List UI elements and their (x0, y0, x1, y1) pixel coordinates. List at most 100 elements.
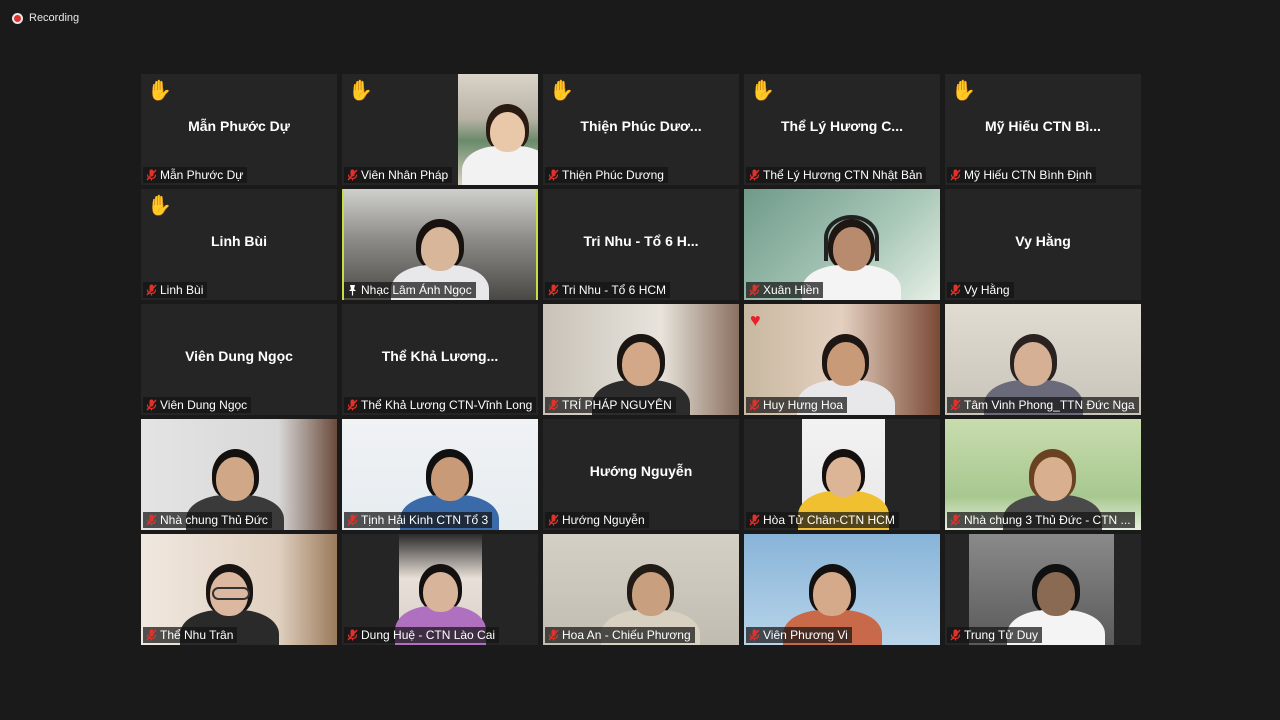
participant-tile[interactable]: Mỹ Hiếu CTN Bì... ✋ Mỹ Hiếu CTN Bình Định (945, 74, 1141, 185)
participant-name: Hòa Tử Chân-CTN HCM (763, 513, 895, 527)
muted-mic-icon (749, 514, 760, 526)
participant-tile[interactable]: Tri Nhu - Tổ 6 H... Tri Nhu - Tổ 6 HCM (543, 189, 739, 300)
muted-mic-icon (146, 399, 157, 411)
participant-display-name: Viên Dung Ngọc (185, 348, 293, 364)
muted-mic-icon (146, 284, 157, 296)
participant-name-label: Thể Khả Lương CTN-Vĩnh Long (344, 397, 537, 413)
participant-tile[interactable]: Viên Phương Vi (744, 534, 940, 645)
participant-name-label: Hướng Nguyễn (545, 512, 649, 528)
participant-tile[interactable]: Thiện Phúc Dươ... ✋ Thiện Phúc Dương (543, 74, 739, 185)
participant-name: Trung Tử Duy (964, 628, 1039, 642)
muted-mic-icon (548, 514, 559, 526)
participant-tile[interactable]: Tịnh Hải Kinh CTN Tổ 3 (342, 419, 538, 530)
muted-mic-icon (749, 399, 760, 411)
participant-name-label: Trung Tử Duy (947, 627, 1043, 643)
participant-tile[interactable]: Thể Lý Hương C... ✋ Thể Lý Hương CTN Nhật … (744, 74, 940, 185)
muted-mic-icon (347, 514, 358, 526)
raised-hand-icon: ✋ (750, 80, 775, 102)
participant-name: Viên Dung Ngọc (160, 398, 248, 412)
participant-display-name: Thể Khả Lương... (381, 348, 499, 364)
participant-tile[interactable]: Hoa An - Chiếu Phương (543, 534, 739, 645)
participant-name: Thiện Phúc Dương (562, 168, 664, 182)
muted-mic-icon (548, 399, 559, 411)
participant-tile[interactable]: Hòa Tử Chân-CTN HCM (744, 419, 940, 530)
muted-mic-icon (146, 514, 157, 526)
participant-display-name: Vy Hằng (1015, 233, 1071, 249)
participant-name-label: Thể Lý Hương CTN Nhật Bản (746, 167, 927, 183)
participant-display-name: Mẫn Phước Dự (188, 118, 290, 134)
participant-name-label: Xuân Hiền (746, 282, 824, 298)
muted-mic-icon (548, 169, 559, 181)
participant-tile[interactable]: Thể Nhu Trân (141, 534, 337, 645)
muted-mic-icon (146, 629, 157, 641)
raised-hand-icon: ✋ (147, 80, 172, 102)
participant-tile[interactable]: TRÍ PHÁP NGUYÊN (543, 304, 739, 415)
muted-mic-icon (950, 169, 961, 181)
participant-name-label: Thể Nhu Trân (143, 627, 238, 643)
participant-display-name: Mỹ Hiếu CTN Bì... (985, 118, 1101, 134)
participant-tile[interactable]: Hướng Nguyễn Hướng Nguyễn (543, 419, 739, 530)
participant-tile[interactable]: ✋ Viên Nhân Pháp (342, 74, 538, 185)
participant-name: Mỹ Hiếu CTN Bình Định (964, 168, 1093, 182)
muted-mic-icon (146, 169, 157, 181)
participant-name-label: Hòa Tử Chân-CTN HCM (746, 512, 899, 528)
participant-name: Tâm Vinh Phong_TTN Đức Nga (964, 398, 1135, 412)
participant-display-name: Thiện Phúc Dươ... (580, 118, 702, 134)
participant-name-label: Hoa An - Chiếu Phương (545, 627, 695, 643)
participant-tile[interactable]: Nhạc Lâm Ánh Ngọc (342, 189, 538, 300)
participant-name: Thể Nhu Trân (160, 628, 234, 642)
participant-tile[interactable]: Trung Tử Duy (945, 534, 1141, 645)
participant-name-label: TRÍ PHÁP NGUYÊN (545, 397, 676, 413)
participant-name: Nhà chung Thủ Đức (160, 513, 268, 527)
participant-name: Vy Hằng (964, 283, 1010, 297)
participant-tile[interactable]: Nhà chung Thủ Đức (141, 419, 337, 530)
participant-name-label: Viên Dung Ngọc (143, 397, 252, 413)
muted-mic-icon (749, 169, 760, 181)
participant-name-label: Tâm Vinh Phong_TTN Đức Nga (947, 397, 1139, 413)
participant-name: Thể Lý Hương CTN Nhật Bản (763, 168, 923, 182)
muted-mic-icon (548, 284, 559, 296)
muted-mic-icon (347, 399, 358, 411)
participant-tile[interactable]: Thể Khả Lương... Thể Khả Lương CTN-Vĩnh L… (342, 304, 538, 415)
muted-mic-icon (950, 399, 961, 411)
participant-display-name: Linh Bùi (211, 233, 267, 249)
participant-tile[interactable]: Linh Bùi ✋ Linh Bùi (141, 189, 337, 300)
recording-icon (12, 12, 23, 24)
raised-hand-icon: ✋ (951, 80, 976, 102)
participant-name: Hoa An - Chiếu Phương (562, 628, 691, 642)
participant-tile[interactable]: Viên Dung Ngọc Viên Dung Ngọc (141, 304, 337, 415)
muted-mic-icon (548, 629, 559, 641)
participant-name-label: Mẫn Phước Dự (143, 167, 248, 183)
participant-tile[interactable]: ♥ Huy Hưng Hoa (744, 304, 940, 415)
participant-gallery: Mẫn Phước Dự ✋ Mẫn Phước Dự ✋ Viên Nhân Pháp… (141, 74, 1141, 645)
participant-display-name: Tri Nhu - Tổ 6 H... (583, 233, 699, 249)
muted-mic-icon (749, 629, 760, 641)
participant-tile[interactable]: Mẫn Phước Dự ✋ Mẫn Phước Dự (141, 74, 337, 185)
muted-mic-icon (347, 629, 358, 641)
participant-name: Nhà chung 3 Thủ Đức - CTN ... (964, 513, 1131, 527)
muted-mic-icon (347, 169, 358, 181)
participant-name: Dung Huệ - CTN Lào Cai (361, 628, 496, 642)
participant-name: Nhạc Lâm Ánh Ngọc (361, 283, 472, 297)
muted-mic-icon (950, 284, 961, 296)
participant-video (458, 74, 538, 185)
participant-name-label: Huy Hưng Hoa (746, 397, 848, 413)
participant-name: Viên Phương Vi (763, 628, 848, 642)
participant-tile[interactable]: Vy Hằng Vy Hằng (945, 189, 1141, 300)
participant-name: Tri Nhu - Tổ 6 HCM (562, 283, 667, 297)
participant-display-name: Hướng Nguyễn (589, 463, 693, 479)
participant-tile[interactable]: Dung Huệ - CTN Lào Cai (342, 534, 538, 645)
recording-indicator[interactable]: Recording (12, 12, 79, 24)
recording-label: Recording (29, 12, 80, 24)
participant-name-label: Mỹ Hiếu CTN Bình Định (947, 167, 1097, 183)
muted-mic-icon (749, 284, 760, 296)
participant-name-label: Nhạc Lâm Ánh Ngọc (344, 282, 476, 298)
participant-display-name: Thể Lý Hương C... (781, 118, 903, 134)
participant-tile[interactable]: Tâm Vinh Phong_TTN Đức Nga (945, 304, 1141, 415)
participant-name: Mẫn Phước Dự (160, 168, 244, 182)
participant-tile[interactable]: Xuân Hiền (744, 189, 940, 300)
participant-tile[interactable]: Nhà chung 3 Thủ Đức - CTN ... (945, 419, 1141, 530)
participant-name: TRÍ PHÁP NGUYÊN (562, 398, 672, 412)
raised-hand-icon: ✋ (549, 80, 574, 102)
participant-name: Thể Khả Lương CTN-Vĩnh Long (361, 398, 533, 412)
